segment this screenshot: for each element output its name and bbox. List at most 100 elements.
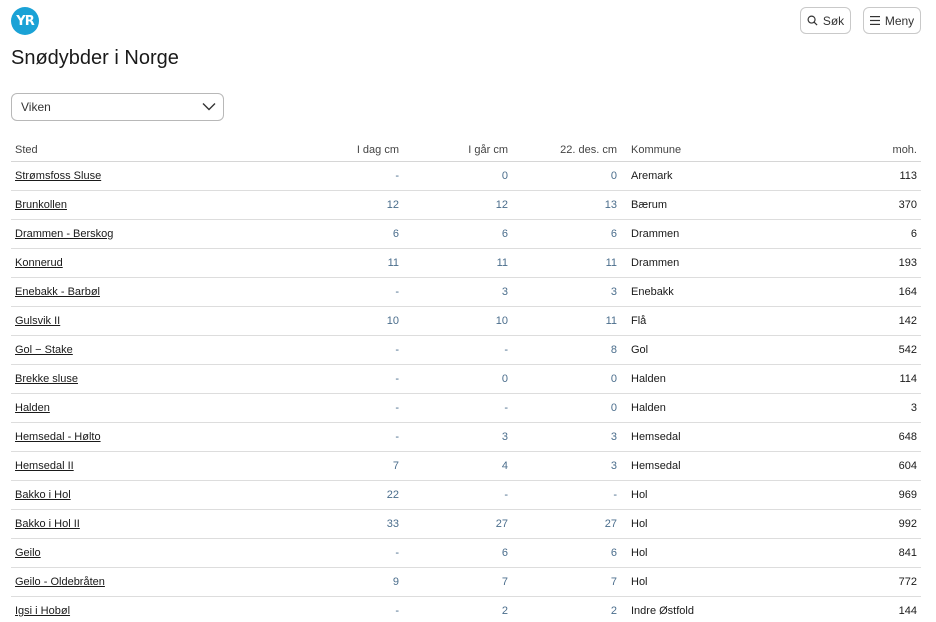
cell-date: 0	[512, 393, 621, 423]
col-header-yesterday[interactable]: I går cm	[403, 138, 512, 162]
cell-sted: Igsi i Hobøl	[11, 596, 294, 622]
logo-text: YR	[16, 13, 34, 29]
station-link[interactable]: Drammen - Berskog	[15, 228, 113, 240]
cell-yesterday: 4	[403, 451, 512, 481]
cell-yesterday: 0	[403, 161, 512, 191]
menu-button[interactable]: Meny	[863, 7, 921, 34]
station-link[interactable]: Brunkollen	[15, 199, 67, 211]
cell-date: 13	[512, 190, 621, 220]
table-row: Konnerud 11 11 11 Drammen 193	[11, 248, 921, 278]
table-row: Brekke sluse -0 0 Halden 114	[11, 364, 921, 394]
col-header-moh[interactable]: moh.	[853, 138, 921, 162]
table-row: Brunkollen 12 12 13 Bærum 370	[11, 190, 921, 220]
cell-today: 10	[294, 306, 403, 336]
table-row: Gulsvik II 10 10 11 Flå 142	[11, 306, 921, 336]
cell-kommune: Hemsedal	[621, 451, 853, 481]
cell-today: 9	[294, 567, 403, 597]
cell-kommune: Drammen	[621, 219, 853, 249]
cell-sted: Geilo	[11, 538, 294, 568]
station-link[interactable]: Halden	[15, 402, 50, 414]
cell-yesterday: -	[403, 393, 512, 423]
table-body: Strømsfoss Sluse -0 0 Aremark 113 Brunkollen 1…	[11, 161, 921, 622]
station-link[interactable]: Geilo - Oldebråten	[15, 576, 105, 588]
cell-date: 11	[512, 306, 621, 336]
hamburger-icon	[869, 16, 880, 25]
cell-sted: Brunkollen	[11, 190, 294, 220]
cell-yesterday: 2	[403, 596, 512, 622]
station-link[interactable]: Hemsedal II	[15, 460, 74, 472]
cell-date: 0	[512, 364, 621, 394]
cell-moh: 6	[853, 219, 921, 249]
cell-yesterday: 3	[403, 422, 512, 452]
table-row: Hemsedal - Hølto -3 3 Hemsedal 648	[11, 422, 921, 452]
region-select[interactable]: Viken	[11, 93, 224, 121]
table-row: Geilo -6 6 Hol 841	[11, 538, 921, 568]
cell-today: -	[294, 335, 403, 365]
col-header-kommune[interactable]: Kommune	[621, 138, 853, 162]
cell-date: 3	[512, 277, 621, 307]
cell-sted: Brekke sluse	[11, 364, 294, 394]
cell-yesterday: 12	[403, 190, 512, 220]
station-link[interactable]: Konnerud	[15, 257, 63, 269]
cell-moh: 3	[853, 393, 921, 423]
cell-yesterday: 7	[403, 567, 512, 597]
station-link[interactable]: Gulsvik II	[15, 315, 60, 327]
cell-kommune: Halden	[621, 364, 853, 394]
cell-today: 7	[294, 451, 403, 481]
cell-kommune: Hol	[621, 480, 853, 510]
cell-today: 6	[294, 219, 403, 249]
station-link[interactable]: Bakko i Hol	[15, 489, 71, 501]
station-link[interactable]: Gol − Stake	[15, 344, 73, 356]
cell-yesterday: -	[403, 480, 512, 510]
station-link[interactable]: Strømsfoss Sluse	[15, 170, 101, 182]
cell-moh: 193	[853, 248, 921, 278]
table-row: Hemsedal II 7 4 3 Hemsedal 604	[11, 451, 921, 481]
search-button[interactable]: Søk	[800, 7, 851, 34]
col-header-date[interactable]: 22. des. cm	[512, 138, 621, 162]
cell-kommune: Bærum	[621, 190, 853, 220]
station-link[interactable]: Brekke sluse	[15, 373, 78, 385]
cell-kommune: Hol	[621, 509, 853, 539]
table-row: Geilo - Oldebråten 9 7 7 Hol 772	[11, 567, 921, 597]
cell-sted: Bakko i Hol	[11, 480, 294, 510]
cell-sted: Gol − Stake	[11, 335, 294, 365]
cell-kommune: Halden	[621, 393, 853, 423]
table-row: Strømsfoss Sluse -0 0 Aremark 113	[11, 161, 921, 191]
station-link[interactable]: Bakko i Hol II	[15, 518, 80, 530]
cell-sted: Gulsvik II	[11, 306, 294, 336]
cell-today: -	[294, 596, 403, 622]
table-row: Halden - -0 Halden 3	[11, 393, 921, 423]
cell-sted: Strømsfoss Sluse	[11, 161, 294, 191]
table-row: Enebakk - Barbøl -3 3 Enebakk 164	[11, 277, 921, 307]
table-row: Drammen - Berskog 6 6 6 Drammen 6	[11, 219, 921, 249]
menu-label: Meny	[884, 13, 915, 28]
cell-moh: 648	[853, 422, 921, 452]
table-header-row: Sted I dag cm I går cm 22. des. cm Kommu…	[11, 138, 921, 162]
cell-moh: 969	[853, 480, 921, 510]
cell-moh: 604	[853, 451, 921, 481]
station-link[interactable]: Enebakk - Barbøl	[15, 286, 100, 298]
search-icon	[807, 15, 818, 26]
cell-moh: 164	[853, 277, 921, 307]
cell-kommune: Hol	[621, 538, 853, 568]
col-header-today[interactable]: I dag cm	[294, 138, 403, 162]
cell-kommune: Flå	[621, 306, 853, 336]
yr-logo[interactable]: YR	[11, 7, 39, 35]
cell-today: -	[294, 538, 403, 568]
cell-today: -	[294, 393, 403, 423]
cell-yesterday: 0	[403, 364, 512, 394]
cell-moh: 992	[853, 509, 921, 539]
station-link[interactable]: Geilo	[15, 547, 41, 559]
station-link[interactable]: Igsi i Hobøl	[15, 605, 70, 617]
cell-today: -	[294, 277, 403, 307]
cell-sted: Geilo - Oldebråten	[11, 567, 294, 597]
cell-kommune: Gol	[621, 335, 853, 365]
cell-today: -	[294, 364, 403, 394]
cell-kommune: Hol	[621, 567, 853, 597]
cell-kommune: Drammen	[621, 248, 853, 278]
cell-yesterday: 10	[403, 306, 512, 336]
cell-today: 12	[294, 190, 403, 220]
station-link[interactable]: Hemsedal - Hølto	[15, 431, 101, 443]
cell-today: 22	[294, 480, 403, 510]
col-header-sted[interactable]: Sted	[11, 138, 294, 162]
